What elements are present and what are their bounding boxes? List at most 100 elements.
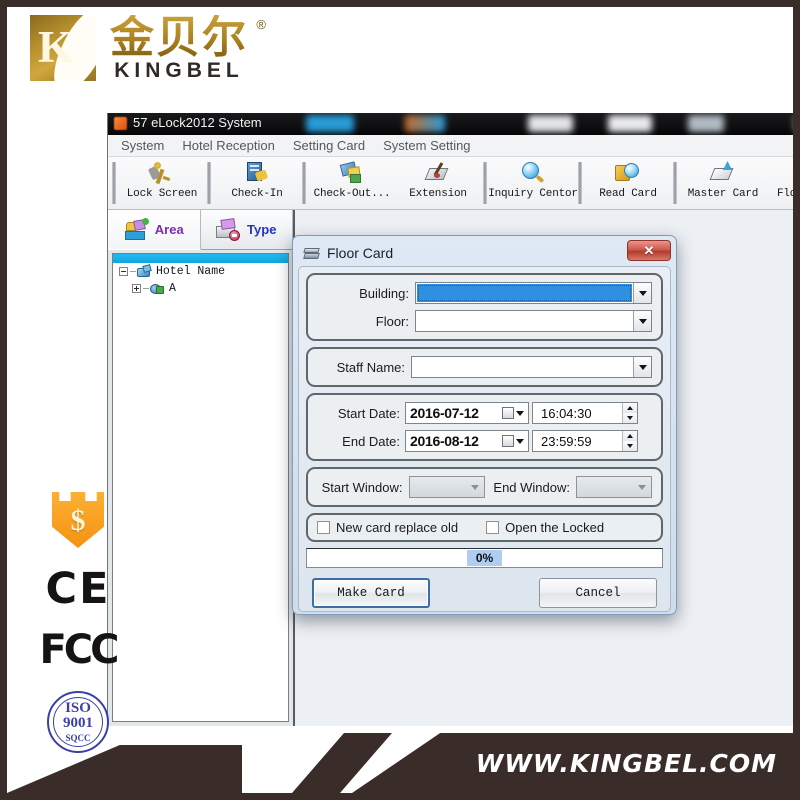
tree-expander-plus-icon[interactable]: [132, 284, 141, 293]
logo-mark: K: [30, 15, 96, 81]
end-time-value: 23:59:59: [541, 433, 592, 449]
cancel-button[interactable]: Cancel: [539, 578, 657, 608]
end-date-value: 2016-08-12: [410, 433, 479, 449]
area-tree[interactable]: Hotel Name A: [112, 253, 289, 722]
floor-dropdown-button[interactable]: [633, 311, 651, 331]
start-window-combobox[interactable]: [408, 476, 485, 498]
menubar: System Hotel Reception Setting Card Syst…: [108, 135, 793, 157]
toolbar-button-master-card[interactable]: Master Card: [680, 157, 766, 209]
tree-label-hotel-name: Hotel Name: [156, 265, 226, 278]
chevron-down-icon[interactable]: [516, 438, 524, 444]
titlebar-blur-5: [688, 115, 724, 132]
staff-name-value[interactable]: [412, 357, 633, 377]
calendar-icon[interactable]: [502, 407, 514, 419]
toolbar-button-read-card[interactable]: Read Card: [585, 157, 671, 209]
make-card-button[interactable]: Make Card: [312, 578, 430, 608]
toolbar-button-check-out[interactable]: Check-Out...: [309, 157, 395, 209]
spinner-down-icon[interactable]: [623, 441, 637, 451]
end-window-dropdown-button[interactable]: [633, 477, 651, 497]
spinner-up-icon[interactable]: [623, 403, 637, 413]
sidebar-tab-type[interactable]: Type: [200, 210, 293, 250]
staff-name-dropdown-button[interactable]: [633, 357, 651, 377]
end-time-stepper[interactable]: [622, 431, 637, 451]
options-group: New card replace old Open the Locked: [306, 513, 663, 542]
toolbar-label-check-out: Check-Out...: [313, 188, 391, 200]
close-icon[interactable]: ✕: [627, 240, 671, 261]
brand-english-name: KINGBEL: [114, 59, 244, 83]
titlebar-blur-4: [608, 115, 652, 132]
tree-connector: [130, 271, 136, 272]
toolbar-separator: [112, 162, 116, 204]
dialog-titlebar[interactable]: Floor Card ✕: [296, 239, 673, 266]
money-back-symbol: $: [70, 504, 86, 537]
toolbar-label-extension: Extension: [409, 188, 467, 200]
menu-item-setting-card[interactable]: Setting Card: [284, 138, 374, 153]
menu-item-system-setting[interactable]: System Setting: [374, 138, 479, 153]
sidebar-tab-area[interactable]: Area: [108, 210, 201, 250]
building-dropdown-button[interactable]: [633, 283, 651, 303]
building-label: Building:: [359, 285, 409, 301]
footer-website-url: WWW.KINGBEL.COM: [475, 748, 777, 778]
toolbar-separator: [207, 162, 211, 204]
toolbar-button-check-in[interactable]: Check-In: [214, 157, 300, 209]
end-date-picker[interactable]: 2016-08-12: [405, 430, 529, 452]
magnifier-icon: [520, 161, 546, 185]
titlebar-blur-6: [794, 115, 800, 132]
floor-card-icon: [796, 161, 800, 185]
spinner-down-icon[interactable]: [623, 413, 637, 423]
chevron-down-icon: [638, 290, 647, 296]
start-date-picker[interactable]: 2016-07-12: [405, 402, 529, 424]
floor-value[interactable]: [416, 311, 633, 331]
building-icon: [150, 282, 165, 295]
toolbar-button-inquiry-centor[interactable]: Inquiry Centor: [488, 157, 578, 209]
dialog-title: Floor Card: [327, 244, 394, 261]
titlebar-blur-2: [405, 115, 445, 132]
toolbar-button-floor-card[interactable]: Floor Card: [766, 157, 800, 209]
open-the-locked-label: Open the Locked: [505, 520, 605, 535]
options-row: New card replace old Open the Locked: [317, 520, 652, 535]
staff-name-combobox[interactable]: [411, 356, 652, 378]
chevron-down-icon[interactable]: [516, 410, 524, 416]
start-date-label: Start Date:: [337, 405, 400, 421]
building-value[interactable]: [417, 284, 632, 302]
open-the-locked-checkbox[interactable]: [486, 521, 500, 534]
staff-name-label: Staff Name:: [336, 359, 405, 375]
menu-item-hotel-reception[interactable]: Hotel Reception: [173, 138, 284, 153]
iso-line-2: 9001: [63, 714, 93, 731]
registered-mark-icon: ®: [256, 17, 266, 32]
menu-item-system[interactable]: System: [112, 138, 173, 153]
read-card-icon: [615, 161, 641, 185]
end-time-spinner[interactable]: 23:59:59: [532, 430, 638, 452]
dialog-body: Building: Floor: Staff Name: Start Date:…: [298, 266, 671, 612]
spinner-up-icon[interactable]: [623, 431, 637, 441]
calendar-icon[interactable]: [502, 435, 514, 447]
tree-header-bar: [113, 254, 288, 263]
floor-combobox[interactable]: [415, 310, 652, 332]
end-window-combobox[interactable]: [576, 476, 652, 498]
area-icon: [124, 217, 150, 242]
toolbar-button-extension[interactable]: Extension: [395, 157, 481, 209]
start-time-stepper[interactable]: [622, 403, 637, 423]
building-combobox[interactable]: [415, 282, 652, 304]
tree-label-a: A: [169, 282, 176, 295]
brand-header: K 金贝尔 ® KINGBEL: [30, 14, 266, 83]
new-card-replace-old-checkbox[interactable]: [317, 521, 330, 534]
start-time-spinner[interactable]: 16:04:30: [532, 402, 638, 424]
toolbar-label-floor-card: Floor Card: [776, 188, 797, 200]
type-icon: [216, 217, 242, 242]
toolbar-separator: [302, 162, 306, 204]
floor-row: Floor:: [317, 310, 652, 332]
tree-item-a[interactable]: A: [113, 280, 288, 297]
start-window-dropdown-button[interactable]: [466, 477, 484, 497]
tree-expander-minus-icon[interactable]: [119, 267, 128, 276]
toolbar-button-lock-screen[interactable]: Lock Screen: [119, 157, 205, 209]
chevron-down-icon: [470, 484, 479, 490]
toolbar-separator: [673, 162, 677, 204]
tree-item-hotel-name[interactable]: Hotel Name: [113, 263, 288, 280]
toolbar-label-master-card: Master Card: [687, 188, 759, 200]
floor-card-dialog: Floor Card ✕ Building: Floor: Staff Name…: [292, 235, 677, 615]
card-icon: [339, 161, 365, 185]
start-date-value: 2016-07-12: [410, 405, 479, 421]
toolbar-label-check-in: Check-In: [231, 188, 283, 200]
titlebar-blur-3: [528, 115, 573, 132]
